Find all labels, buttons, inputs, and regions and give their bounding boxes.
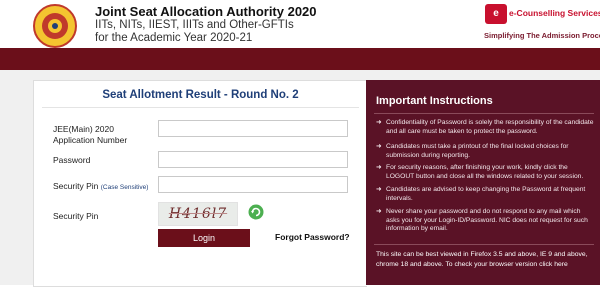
check-browser-link[interactable]: click here bbox=[539, 261, 568, 268]
brand-tagline: Simplifying The Admission Process bbox=[484, 31, 600, 40]
application-number-input[interactable] bbox=[158, 120, 348, 137]
security-pin-label: Security Pin (Case Sensitive) bbox=[53, 181, 148, 193]
instruction-item: ➜ Confidentiality of Password is solely … bbox=[376, 119, 596, 136]
instructions-divider bbox=[374, 113, 594, 114]
ecounselling-badge-icon: e bbox=[485, 4, 507, 24]
instruction-text: Candidates are advised to keep changing … bbox=[386, 186, 586, 202]
site-header: Joint Seat Allocation Authority 2020 IIT… bbox=[0, 0, 600, 48]
instruction-text: Never share your password and do not res… bbox=[386, 208, 588, 233]
application-number-label-line2: Application Number bbox=[53, 135, 128, 145]
divider bbox=[42, 107, 359, 108]
arrow-right-icon: ➜ bbox=[376, 119, 382, 126]
password-input[interactable] bbox=[158, 151, 348, 168]
instruction-item: ➜ Candidates must take a printout of the… bbox=[376, 143, 596, 160]
arrow-right-icon: ➜ bbox=[376, 208, 382, 215]
security-pin-input[interactable] bbox=[158, 176, 348, 193]
application-number-label: JEE(Main) 2020 Application Number bbox=[53, 124, 127, 146]
instruction-text: For security reasons, after finishing yo… bbox=[386, 164, 584, 180]
browser-note: This site can be best viewed in Firefox … bbox=[376, 250, 600, 270]
instruction-text: Candidates must take a printout of the f… bbox=[386, 143, 569, 159]
security-pin-image-label: Security Pin bbox=[53, 211, 99, 221]
refresh-icon[interactable] bbox=[248, 204, 264, 220]
login-button[interactable]: Login bbox=[158, 229, 250, 247]
instruction-text: Confidentiality of Password is solely th… bbox=[386, 119, 594, 135]
title-block: Joint Seat Allocation Authority 2020 IIT… bbox=[95, 4, 317, 45]
login-card: Seat Allotment Result - Round No. 2 JEE(… bbox=[33, 80, 367, 287]
case-sensitive-note: (Case Sensitive) bbox=[100, 184, 149, 191]
instructions-divider bbox=[374, 244, 594, 245]
jossa-logo-icon bbox=[33, 4, 77, 48]
captcha-image: H416l7 bbox=[158, 202, 238, 226]
brand-name: e-Counselling Services bbox=[509, 8, 600, 18]
forgot-password-link[interactable]: Forgot Password? bbox=[275, 232, 350, 242]
site-title: Joint Seat Allocation Authority 2020 bbox=[95, 4, 317, 19]
arrow-right-icon: ➜ bbox=[376, 186, 382, 193]
ecounselling-logo: e e-Counselling Services Simplifying The… bbox=[484, 3, 600, 45]
instruction-item: ➜ Never share your password and do not r… bbox=[376, 208, 596, 234]
application-number-label-line1: JEE(Main) 2020 bbox=[53, 124, 114, 134]
instruction-item: ➜ Candidates are advised to keep changin… bbox=[376, 186, 596, 203]
header-bar bbox=[0, 48, 600, 70]
security-pin-label-text: Security Pin bbox=[53, 181, 99, 191]
password-label: Password bbox=[53, 155, 91, 165]
arrow-right-icon: ➜ bbox=[376, 164, 382, 171]
instructions-title: Important Instructions bbox=[376, 95, 493, 107]
instructions-panel: Important Instructions ➜ Confidentiality… bbox=[366, 80, 600, 285]
page-title: Seat Allotment Result - Round No. 2 bbox=[102, 89, 299, 101]
instruction-item: ➜ For security reasons, after finishing … bbox=[376, 164, 596, 181]
site-subtitle: IITs, NITs, IIEST, IIITs and Other-GFTIs… bbox=[95, 19, 294, 44]
arrow-right-icon: ➜ bbox=[376, 143, 382, 150]
